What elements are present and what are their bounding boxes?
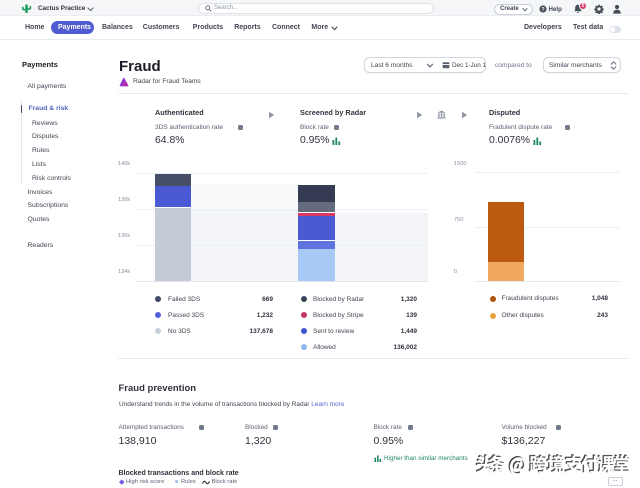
svg-text:?: ? bbox=[541, 7, 544, 13]
